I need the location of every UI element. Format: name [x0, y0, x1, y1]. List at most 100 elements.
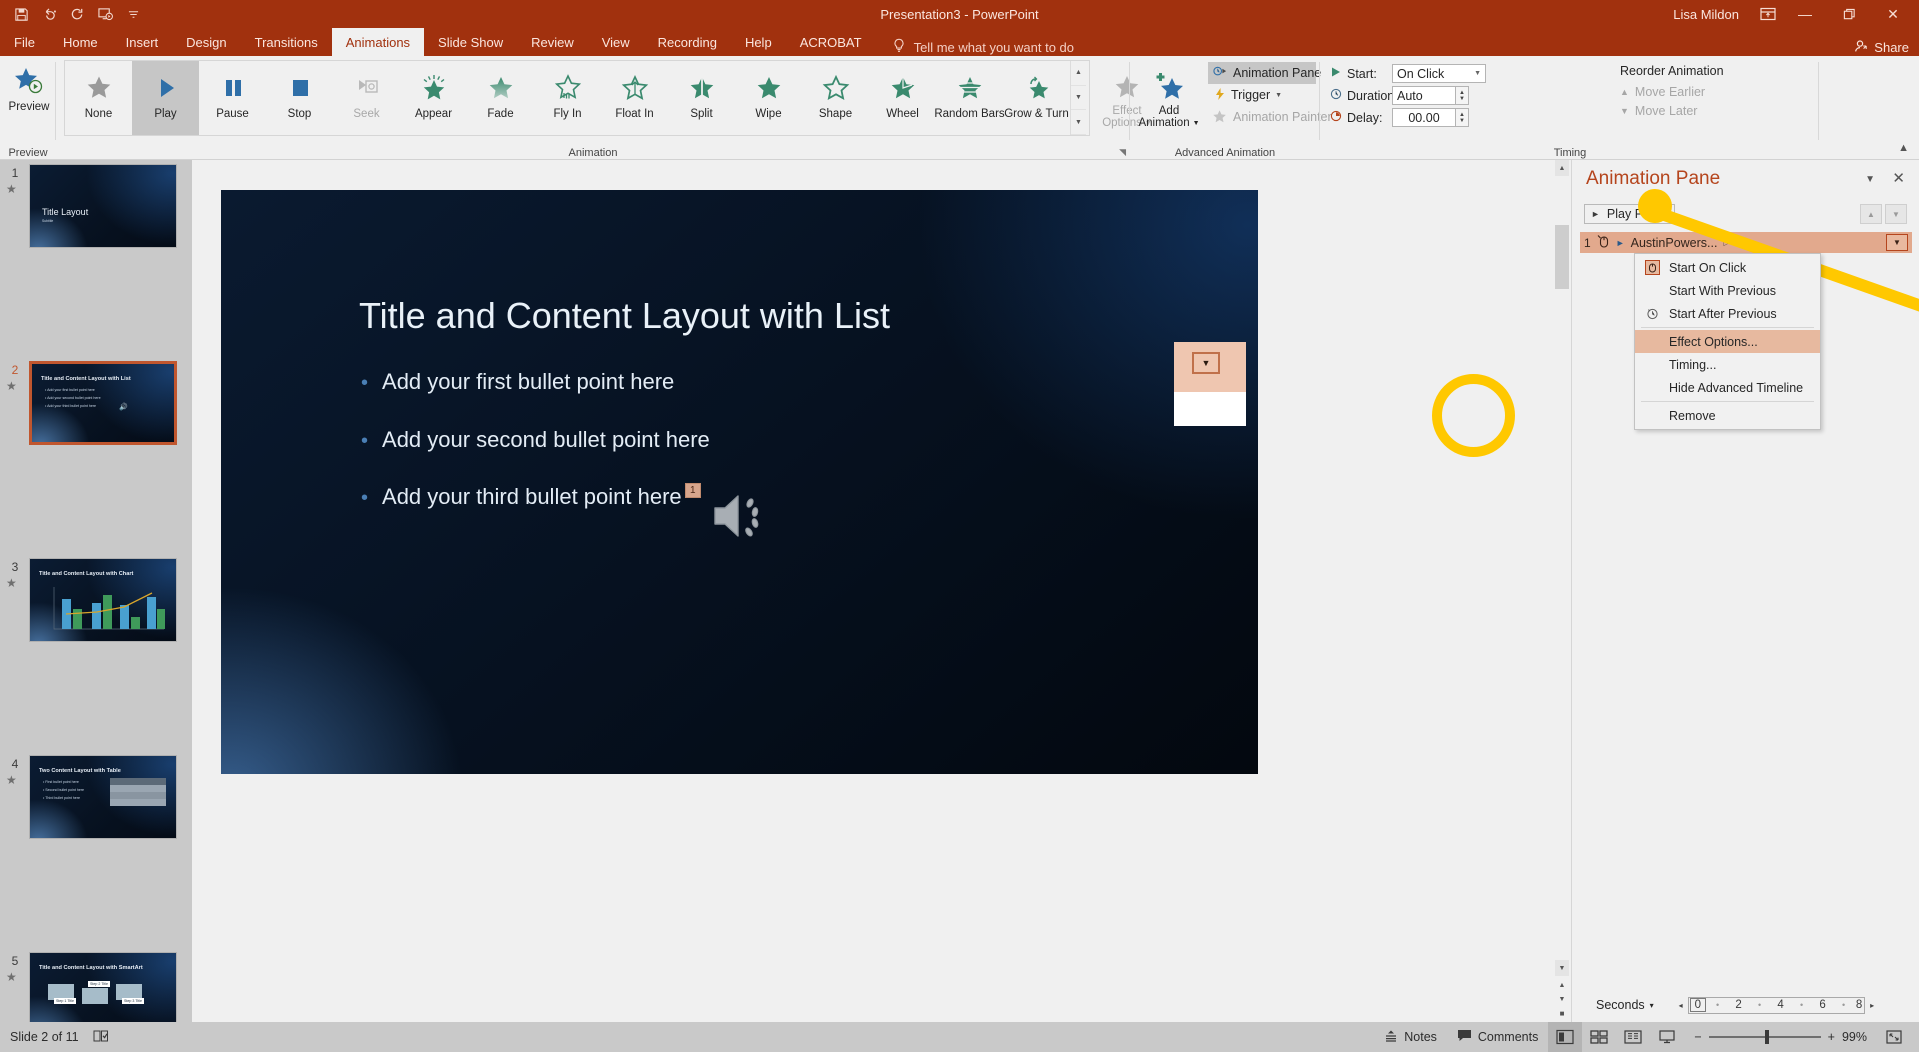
timeline-scroll-left-icon[interactable]: ◂	[1676, 1001, 1686, 1010]
animation-star-icon[interactable]: ★	[6, 773, 17, 787]
animation-item-dropdown[interactable]: ▼	[1886, 234, 1908, 251]
thumbnail-slide-2[interactable]: Title and Content Layout with List • Add…	[29, 361, 177, 445]
tab-transitions[interactable]: Transitions	[241, 28, 332, 56]
gallery-more-icon[interactable]: ▼	[1071, 110, 1086, 136]
animation-grow-turn[interactable]: Grow & Turn	[1003, 61, 1070, 135]
duration-input[interactable]: Auto	[1392, 86, 1456, 105]
tab-acrobat[interactable]: ACROBAT	[786, 28, 876, 56]
list-item[interactable]: 3 ★ Title and Content Layout with Chart	[0, 554, 192, 652]
zoom-level[interactable]: 99%	[1842, 1030, 1867, 1044]
share-button[interactable]: Share	[1854, 39, 1909, 56]
animation-fly-in[interactable]: Fly In	[534, 61, 601, 135]
normal-view-button[interactable]	[1548, 1022, 1583, 1052]
ribbon-display-options-icon[interactable]	[1753, 0, 1783, 28]
animation-wipe[interactable]: Wipe	[735, 61, 802, 135]
menu-item-start-with-previous[interactable]: Start With Previous	[1635, 279, 1820, 302]
undo-icon[interactable]	[36, 3, 62, 25]
user-account-name[interactable]: Lisa Mildon	[1673, 7, 1739, 22]
thumbnail-slide-3[interactable]: Title and Content Layout with Chart	[29, 558, 177, 642]
slideshow-view-button[interactable]	[1650, 1022, 1684, 1052]
thumbnail-slide-5[interactable]: Title and Content Layout with SmartArt S…	[29, 952, 177, 1022]
duration-spinner[interactable]: ▲ ▼	[1456, 86, 1469, 105]
tab-help[interactable]: Help	[731, 28, 786, 56]
speaker-audio-icon[interactable]	[711, 490, 769, 545]
slide-bullet-3[interactable]: • Add your third bullet point here	[361, 484, 682, 510]
save-icon[interactable]	[8, 3, 34, 25]
delay-input[interactable]: 00.00	[1392, 108, 1456, 127]
close-icon[interactable]: ✕	[1892, 169, 1905, 187]
seconds-dropdown[interactable]: Seconds ▾	[1596, 998, 1654, 1012]
zoom-out-button[interactable]: −	[1694, 1030, 1701, 1044]
delay-spinner[interactable]: ▲ ▼	[1456, 108, 1469, 127]
animation-none[interactable]: None	[65, 61, 132, 135]
list-item[interactable]: 1 ★ Title Layout Subtitle	[0, 160, 192, 258]
tab-home[interactable]: Home	[49, 28, 112, 56]
animation-context-menu[interactable]: Start On Click Start With Previous Start…	[1634, 253, 1821, 430]
preview-button[interactable]: Preview	[0, 56, 58, 113]
animation-star-icon[interactable]: ★	[6, 576, 17, 590]
animated-placeholder-body[interactable]	[1174, 392, 1246, 426]
list-item[interactable]: 4 ★ Two Content Layout with Table • Firs…	[0, 751, 192, 849]
animation-fade[interactable]: Fade	[467, 61, 534, 135]
start-dropdown[interactable]: On Click ▼	[1392, 64, 1486, 83]
slide-bullet-1[interactable]: • Add your first bullet point here	[361, 369, 674, 395]
comments-button[interactable]: Comments	[1447, 1022, 1548, 1052]
start-from-beginning-icon[interactable]	[92, 3, 118, 25]
accessibility-icon[interactable]	[93, 1029, 109, 1046]
animation-dialog-launcher-icon[interactable]: ◥	[1119, 147, 1126, 158]
tab-slide-show[interactable]: Slide Show	[424, 28, 517, 56]
caret-down-icon[interactable]: ▼	[1885, 204, 1907, 224]
animation-wheel[interactable]: Wheel	[869, 61, 936, 135]
slide-title-placeholder[interactable]: Title and Content Layout with List	[359, 295, 890, 337]
next-slide-icon[interactable]: ▼	[1555, 992, 1569, 1006]
zoom-slider[interactable]	[1708, 1030, 1821, 1044]
slide-editing-pane[interactable]: Title and Content Layout with List • Add…	[192, 160, 1571, 1022]
slide-thumbnail-pane[interactable]: 1 ★ Title Layout Subtitle 2 ★ Title and …	[0, 160, 192, 1022]
close-button[interactable]: ✕	[1871, 0, 1915, 28]
collapse-ribbon-icon[interactable]: ▲	[1898, 142, 1909, 154]
thumbnail-slide-1[interactable]: Title Layout Subtitle	[29, 164, 177, 248]
animation-play[interactable]: Play	[132, 61, 199, 135]
notes-button[interactable]: Notes	[1374, 1022, 1447, 1052]
slide-sorter-view-button[interactable]	[1582, 1022, 1616, 1052]
slide-indicator[interactable]: Slide 2 of 11	[10, 1030, 79, 1044]
slide-pane-scrollbar-thumb[interactable]	[1555, 225, 1569, 289]
tell-me-search[interactable]: Tell me what you want to do	[892, 38, 1074, 56]
gallery-scroll-up-icon[interactable]: ▲	[1071, 61, 1086, 86]
tab-animations[interactable]: Animations	[331, 28, 425, 56]
zoom-in-button[interactable]: +	[1828, 1030, 1835, 1044]
menu-item-start-after-previous[interactable]: Start After Previous	[1635, 302, 1820, 325]
animation-random-bars[interactable]: Random Bars	[934, 61, 1005, 135]
tab-recording[interactable]: Recording	[644, 28, 731, 56]
customize-qat-icon[interactable]	[120, 3, 146, 25]
tab-view[interactable]: View	[588, 28, 644, 56]
animation-shape[interactable]: Shape	[802, 61, 869, 135]
menu-item-start-on-click[interactable]: Start On Click	[1635, 256, 1820, 279]
add-animation-button[interactable]: Add Animation ▼	[1136, 60, 1202, 129]
timeline-track[interactable]: 0 • 2 • 4 • 6 • 8	[1687, 996, 1866, 1014]
scroll-up-icon[interactable]: ▲	[1555, 160, 1569, 176]
animation-order-tag[interactable]: 1	[685, 483, 701, 498]
animation-pause[interactable]: Pause	[199, 61, 266, 135]
slide-navigation-icon[interactable]: ■	[1555, 1006, 1569, 1020]
animation-star-icon[interactable]: ★	[6, 970, 17, 984]
gallery-scroll-down-icon[interactable]: ▼	[1071, 85, 1086, 111]
tab-file[interactable]: File	[0, 28, 49, 56]
menu-item-hide-advanced-timeline[interactable]: Hide Advanced Timeline	[1635, 376, 1820, 399]
animation-pane-toggle[interactable]: Animation Pane	[1208, 62, 1321, 84]
zoom-slider-handle[interactable]	[1764, 1030, 1769, 1044]
tab-design[interactable]: Design	[172, 28, 240, 56]
scroll-down-icon[interactable]: ▼	[1555, 960, 1569, 976]
reading-view-button[interactable]	[1616, 1022, 1650, 1052]
trigger-button[interactable]: Trigger ▼	[1208, 84, 1316, 106]
animation-star-icon[interactable]: ★	[6, 182, 17, 196]
animation-float-in[interactable]: Float In	[601, 61, 668, 135]
list-item[interactable]: 2 ★ Title and Content Layout with List •…	[0, 357, 192, 455]
fit-slide-icon[interactable]	[1877, 1022, 1911, 1052]
list-item[interactable]: 5 ★ Title and Content Layout with SmartA…	[0, 948, 192, 1022]
animation-star-icon[interactable]: ★	[6, 379, 17, 393]
caret-up-icon[interactable]: ▲	[1860, 204, 1882, 224]
redo-icon[interactable]	[64, 3, 90, 25]
previous-slide-icon[interactable]: ▲	[1555, 978, 1569, 992]
menu-item-timing[interactable]: Timing...	[1635, 353, 1820, 376]
